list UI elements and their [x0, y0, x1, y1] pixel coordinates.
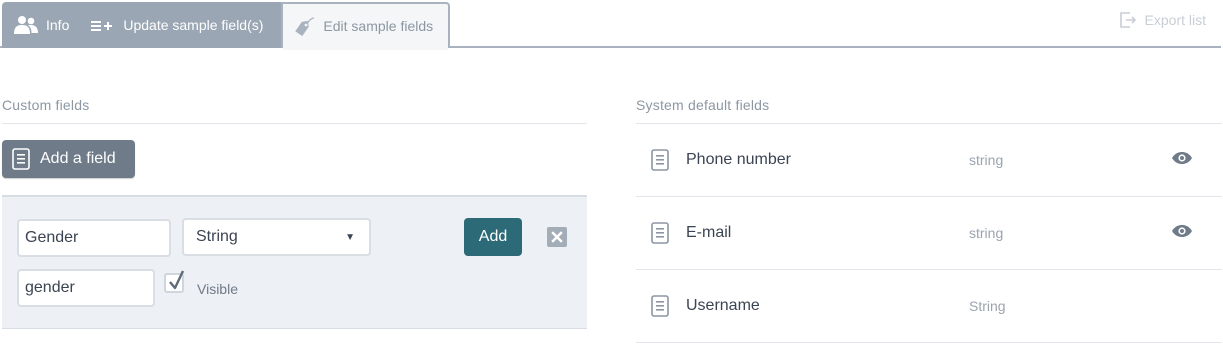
eye-icon[interactable]	[1171, 224, 1193, 243]
system-field-row: Username String	[636, 270, 1222, 343]
add-button[interactable]: Add	[464, 218, 522, 256]
system-field-row: Phone number string	[636, 124, 1222, 197]
new-field-panel: Gender String ▼ Add gender Visible	[2, 195, 587, 329]
system-field-name: E-mail	[686, 224, 732, 241]
remove-field-button[interactable]	[547, 227, 567, 247]
tab-bar: Info Update sample field(s) Edit sample …	[0, 0, 1223, 50]
custom-fields-title: Custom fields	[2, 97, 90, 113]
system-field-type: String	[969, 298, 1006, 314]
field-name-input[interactable]: Gender	[17, 219, 171, 257]
tab-info[interactable]: Info	[2, 2, 92, 48]
tab-update-sample-fields[interactable]: Update sample field(s)	[91, 2, 282, 48]
dropdown-arrow-icon: ▼	[345, 232, 355, 243]
tab-edit-label: Edit sample fields	[323, 18, 434, 34]
field-type-select[interactable]: String ▼	[182, 218, 371, 256]
list-add-icon	[91, 17, 115, 33]
field-key-input[interactable]: gender	[17, 269, 155, 307]
document-icon	[12, 148, 30, 170]
system-field-row: E-mail string	[636, 197, 1222, 270]
system-field-name: Phone number	[686, 151, 791, 168]
eye-icon[interactable]	[1171, 151, 1193, 170]
tag-icon	[293, 16, 315, 36]
tab-update-label: Update sample field(s)	[123, 17, 264, 33]
add-field-label: Add a field	[40, 150, 116, 167]
tab-group: Info Update sample field(s) Edit sample …	[2, 2, 451, 50]
export-list-button[interactable]: Export list	[1119, 11, 1206, 29]
visible-label: Visible	[197, 281, 238, 297]
export-icon	[1119, 11, 1137, 29]
tab-info-label: Info	[46, 17, 70, 33]
document-icon	[651, 222, 669, 249]
add-field-button[interactable]: Add a field	[2, 140, 135, 178]
export-list-label: Export list	[1144, 12, 1206, 28]
system-field-type: string	[969, 225, 1004, 241]
system-field-name: Username	[686, 297, 760, 314]
document-icon	[651, 149, 669, 176]
document-icon	[651, 295, 669, 322]
field-type-value: String	[196, 228, 238, 245]
visible-checkbox[interactable]	[164, 270, 185, 293]
system-field-type: string	[969, 152, 1004, 168]
system-fields-title: System default fields	[636, 97, 770, 113]
checkmark-icon	[169, 270, 185, 290]
tab-edit-sample-fields[interactable]: Edit sample fields	[281, 2, 451, 50]
close-icon	[551, 231, 563, 243]
users-icon	[14, 15, 38, 35]
custom-fields-divider	[2, 123, 587, 124]
